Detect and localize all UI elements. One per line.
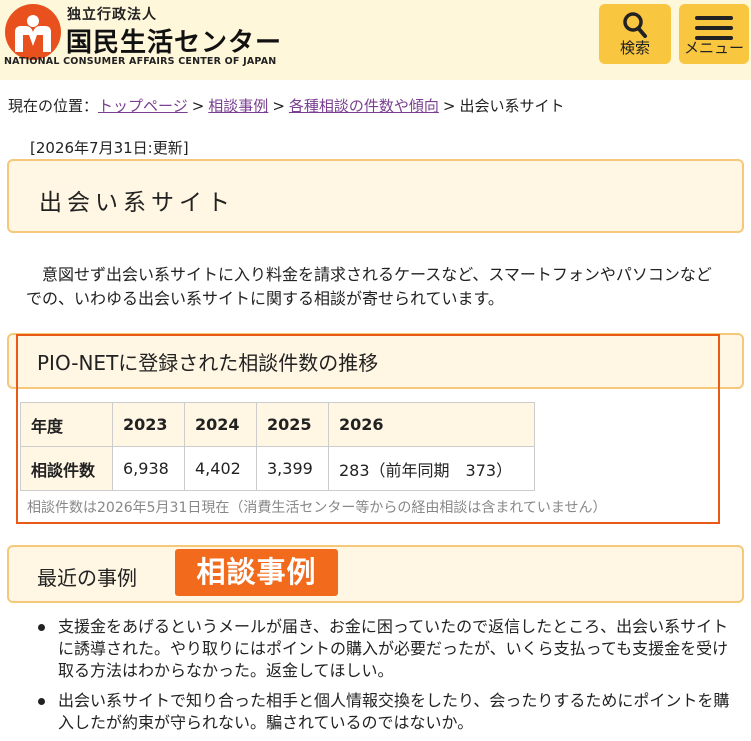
table-cell: 6,938: [112, 446, 185, 491]
page-title-box: 出会い系サイト: [7, 159, 744, 233]
intro-text: 意図せず出会い系サイトに入り料金を請求されるケースなど、スマートフォンやパソコン…: [26, 265, 712, 308]
menu-button-label: メニュー: [683, 39, 744, 57]
updated-date: [2026年7月31日:更新]: [30, 139, 189, 157]
table-row: 相談件数 6,938 4,402 3,399 283（前年同期 373）: [20, 446, 535, 491]
breadcrumb-current: 出会い系サイト: [459, 97, 565, 115]
case-tag-badge: 相談事例: [175, 549, 338, 596]
recent-heading-box: 最近の事例: [7, 545, 744, 603]
org-subtitle: 独立行政法人: [67, 7, 157, 23]
breadcrumb-separator: >: [191, 97, 205, 115]
breadcrumb-link-trends[interactable]: 各種相談の件数や傾向: [289, 97, 439, 115]
breadcrumb-prefix: 現在の位置：: [8, 97, 99, 115]
case-text: 出会い系サイトで知り合った相手と個人情報交換をしたり、会ったりするためにポイント…: [58, 691, 730, 732]
list-item: 出会い系サイトで知り合った相手と個人情報交換をしたり、会ったりするためにポイント…: [38, 690, 738, 734]
table-cell: 4,402: [184, 446, 257, 491]
search-icon: [623, 12, 647, 38]
site-header: 独立行政法人 国民生活センター NATIONAL CONSUMER AFFAIR…: [0, 0, 751, 80]
table-header-cell: 2023: [112, 402, 185, 447]
page-title: 出会い系サイト: [39, 190, 235, 216]
menu-button[interactable]: メニュー: [679, 4, 749, 64]
logo-icon[interactable]: [5, 4, 61, 60]
stats-table: 年度 2023 2024 2025 2026 相談件数 6,938 4,402 …: [20, 402, 535, 491]
case-list: 支援金をあげるというメールが届き、お金に困っていたので返信したところ、出会い系サ…: [38, 616, 738, 741]
table-cell: 283（前年同期 373）: [328, 446, 535, 491]
stats-note: 相談件数は2026年5月31日現在（消費生活センター等からの経由相談は含まれてい…: [27, 500, 607, 516]
org-name[interactable]: 国民生活センター: [66, 22, 282, 59]
table-header-cell: 年度: [20, 402, 113, 447]
breadcrumb-separator: >: [272, 97, 285, 115]
recent-heading: 最近の事例: [37, 566, 137, 590]
table-cell: 3,399: [256, 446, 329, 491]
bullet-icon: [38, 624, 45, 631]
breadcrumb-link-top[interactable]: トップページ: [98, 97, 188, 115]
table-header-cell: 2026: [328, 402, 535, 447]
search-button[interactable]: 検索: [599, 4, 671, 64]
search-button-label: 検索: [619, 39, 650, 57]
breadcrumb-separator: >: [442, 97, 456, 115]
breadcrumb: 現在の位置：トップページ > 相談事例 > 各種相談の件数や傾向 > 出会い系サイト: [8, 95, 565, 116]
table-header-cell: 2024: [184, 402, 257, 447]
org-english-name: NATIONAL CONSUMER AFFAIRS CENTER OF JAPA…: [4, 56, 277, 67]
table-header-cell: 相談件数: [20, 446, 113, 491]
table-header-cell: 2025: [256, 402, 329, 447]
stats-heading-box: PIO-NETに登録された相談件数の推移: [7, 333, 744, 389]
bullet-icon: [38, 698, 45, 705]
case-text: 支援金をあげるというメールが届き、お金に困っていたので返信したところ、出会い系サ…: [58, 617, 729, 680]
table-row: 年度 2023 2024 2025 2026: [20, 402, 535, 447]
stats-heading: PIO-NETに登録された相談件数の推移: [37, 351, 379, 375]
breadcrumb-link-consultation[interactable]: 相談事例: [208, 97, 268, 115]
list-item: 支援金をあげるというメールが届き、お金に困っていたので返信したところ、出会い系サ…: [38, 616, 738, 682]
